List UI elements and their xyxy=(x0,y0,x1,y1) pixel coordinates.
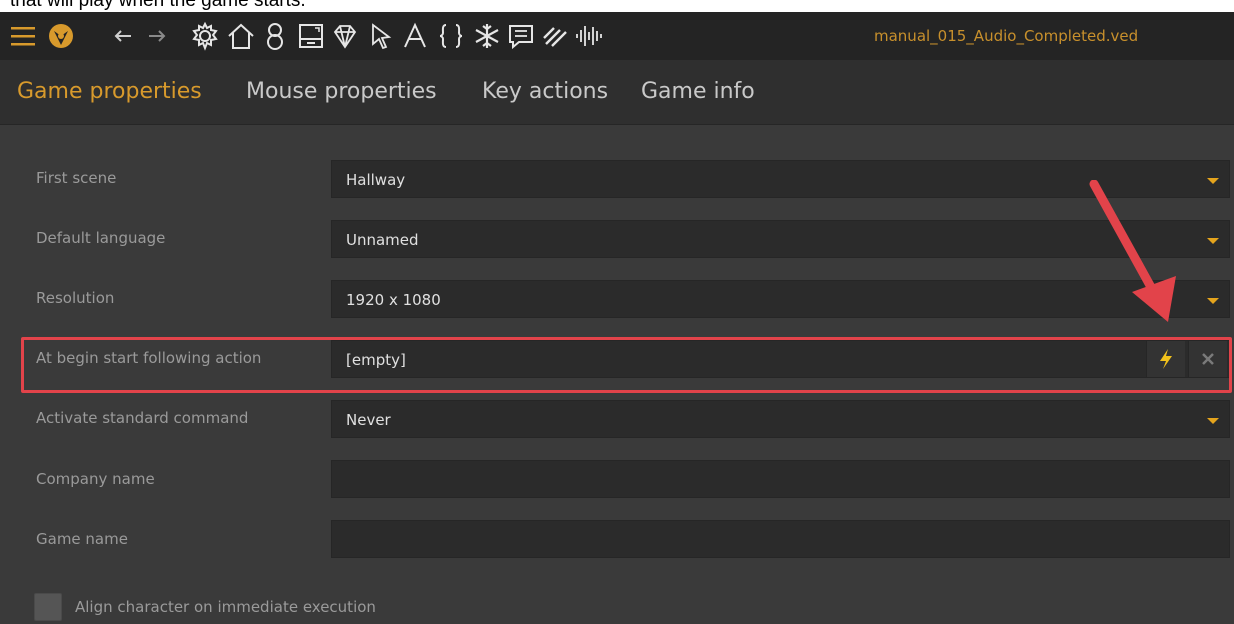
gear-icon[interactable] xyxy=(188,18,222,54)
snowflake-icon[interactable] xyxy=(470,18,504,54)
toolbar: manual_015_Audio_Completed.ved xyxy=(0,12,1234,60)
standard-command-label: Activate standard command xyxy=(36,409,249,427)
begin-action-value: [empty] xyxy=(346,351,406,369)
arrow-annotation xyxy=(1089,180,1176,322)
align-character-label: Align character on immediate execution xyxy=(75,598,376,616)
first-scene-value: Hallway xyxy=(346,171,406,189)
menu-icon[interactable] xyxy=(6,18,40,54)
font-icon[interactable] xyxy=(398,18,432,54)
braces-icon[interactable] xyxy=(434,18,468,54)
game-properties-form: First scene Hallway Default language Unn… xyxy=(0,125,1234,624)
tab-game-properties[interactable]: Game properties xyxy=(17,74,202,110)
align-character-checkbox[interactable] xyxy=(34,593,62,621)
home-icon[interactable] xyxy=(224,18,258,54)
chevron-down-icon xyxy=(1207,178,1219,184)
first-scene-label: First scene xyxy=(36,169,117,187)
stripes-icon[interactable] xyxy=(538,18,572,54)
caption-text: that will play when the game starts. xyxy=(10,0,306,11)
tab-key-actions[interactable]: Key actions xyxy=(482,74,608,110)
logo-icon[interactable] xyxy=(44,18,78,54)
audio-icon[interactable] xyxy=(572,18,606,54)
forward-icon[interactable] xyxy=(140,18,174,54)
chat-icon[interactable] xyxy=(504,18,538,54)
standard-command-select[interactable]: Never xyxy=(331,400,1230,438)
company-name-input[interactable] xyxy=(331,460,1230,498)
chevron-down-icon xyxy=(1207,298,1219,304)
begin-action-field[interactable]: [empty] xyxy=(331,340,1230,378)
lightning-icon[interactable] xyxy=(1146,341,1185,377)
cursor-icon[interactable] xyxy=(364,18,398,54)
begin-action-label: At begin start following action xyxy=(36,349,262,367)
default-language-label: Default language xyxy=(36,229,166,247)
scene-icon[interactable] xyxy=(294,18,328,54)
character-icon[interactable] xyxy=(258,18,292,54)
company-name-label: Company name xyxy=(36,470,155,488)
app-window: manual_015_Audio_Completed.ved Game prop… xyxy=(0,12,1234,624)
standard-command-value: Never xyxy=(346,411,391,429)
resolution-label: Resolution xyxy=(36,289,115,307)
diamond-icon[interactable] xyxy=(328,18,362,54)
project-filename: manual_015_Audio_Completed.ved xyxy=(874,27,1139,45)
tab-bar: Game properties Mouse properties Key act… xyxy=(0,60,1234,125)
default-language-value: Unnamed xyxy=(346,231,419,249)
back-icon[interactable] xyxy=(106,18,140,54)
tab-mouse-properties[interactable]: Mouse properties xyxy=(246,74,437,110)
chevron-down-icon xyxy=(1207,238,1219,244)
close-icon[interactable] xyxy=(1188,341,1227,377)
game-name-label: Game name xyxy=(36,530,128,548)
game-name-input[interactable] xyxy=(331,520,1230,558)
chevron-down-icon xyxy=(1207,418,1219,424)
tab-game-info[interactable]: Game info xyxy=(641,74,755,110)
resolution-value: 1920 x 1080 xyxy=(346,291,441,309)
